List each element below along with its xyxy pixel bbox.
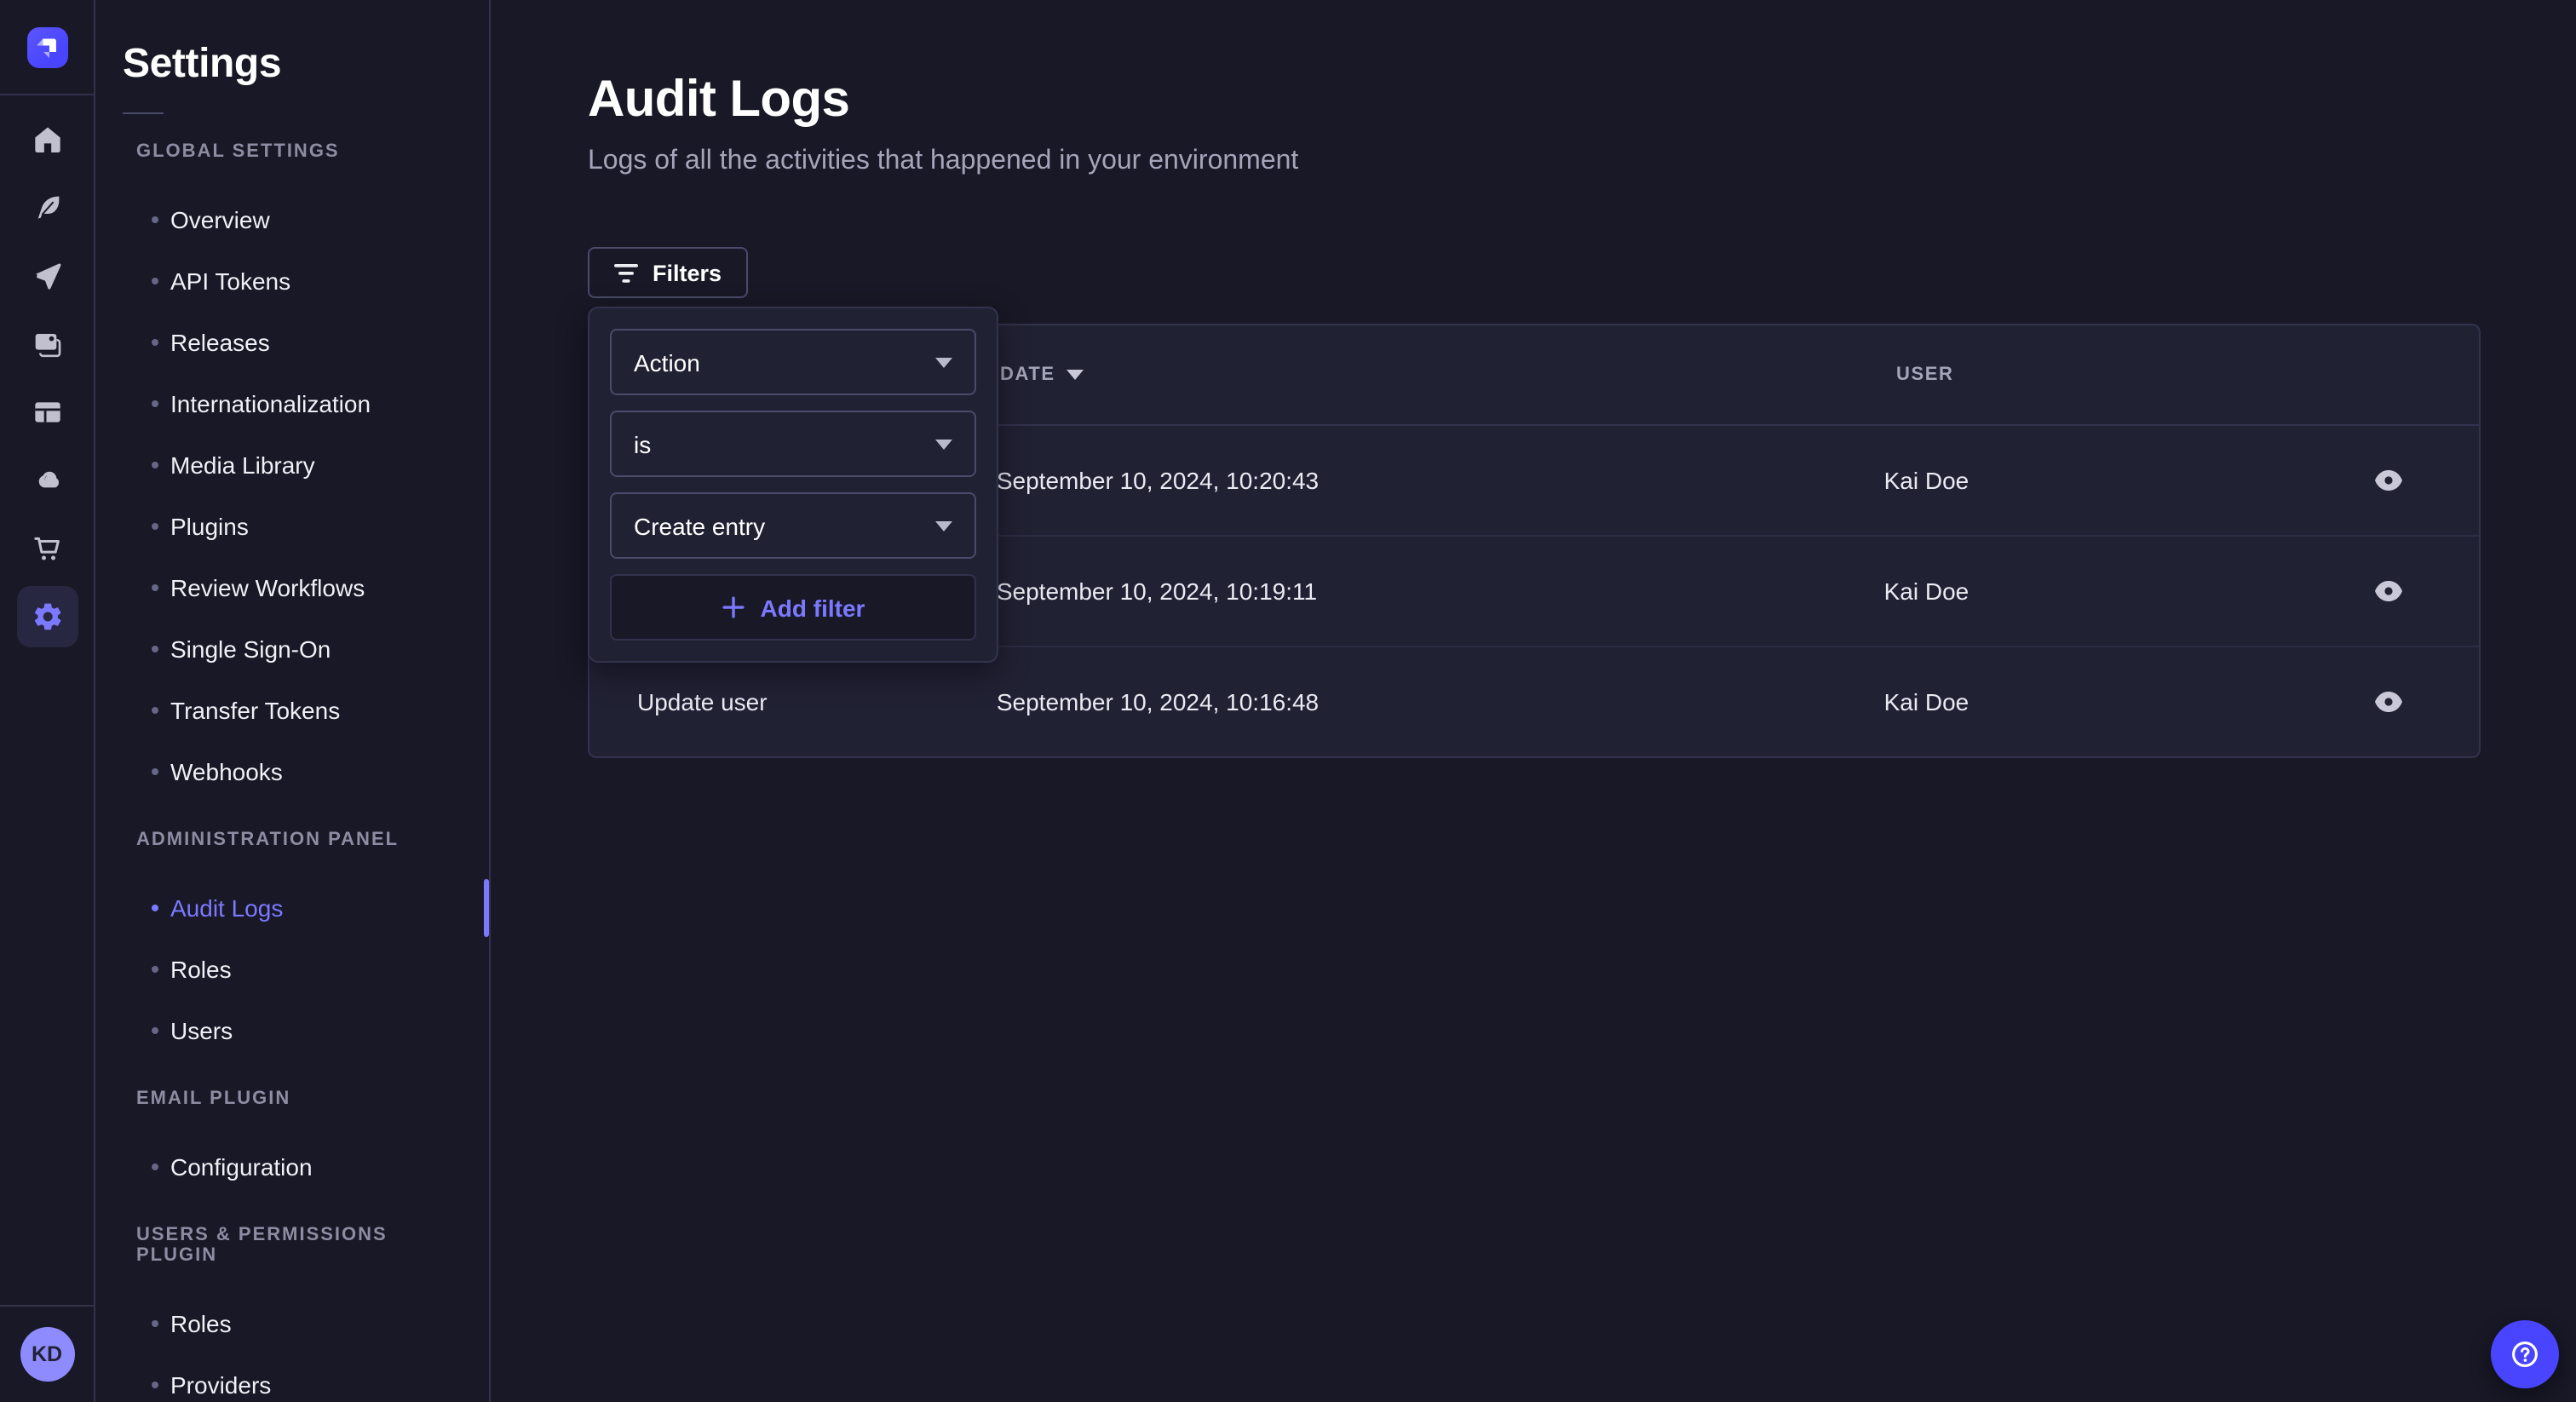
filters-button[interactable]: Filters [588,247,747,298]
user-avatar[interactable]: KD [20,1327,74,1382]
sidebar-item-up-roles[interactable]: Roles [95,1293,489,1354]
cell-date: September 10, 2024, 10:20:43 [997,467,1884,494]
chevron-down-icon [935,439,952,449]
logo-cell [0,0,94,95]
marketplace-cart-icon[interactable] [16,518,78,579]
content-manager-feather-icon[interactable] [16,177,78,238]
app-window: KD Settings GLOBAL SETTINGS Overview API… [0,0,2576,1402]
add-filter-label: Add filter [761,594,865,621]
sidebar-item-review-workflows[interactable]: Review Workflows [95,557,489,618]
sidebar-item-admin-users[interactable]: Users [95,1000,489,1061]
icon-rail: KD [0,0,95,1402]
column-header-user[interactable]: USER [1896,365,2385,385]
cell-action: Update user [589,688,997,715]
strapi-logo-icon [32,32,62,62]
sidebar-item-email-configuration[interactable]: Configuration [95,1136,489,1198]
column-header-date[interactable]: DATE [1000,365,1084,385]
section-list-global-settings: Overview API Tokens Releases Internation… [95,189,489,802]
cell-user: Kai Doe [1884,688,2368,715]
plus-icon [722,595,747,620]
date-header-label: DATE [1000,365,1055,385]
eye-icon [2375,470,2402,491]
main-content: Audit Logs Logs of all the activities th… [491,0,2576,1402]
view-details-button[interactable] [2368,574,2409,608]
section-label-administration-panel: ADMINISTRATION PANEL [136,830,448,850]
settings-gear-icon[interactable] [16,586,78,647]
add-filter-button[interactable]: Add filter [610,574,976,641]
strapi-logo[interactable] [26,26,67,67]
page-title: Audit Logs [588,72,2576,129]
sidebar-divider [123,112,164,114]
sidebar-item-overview[interactable]: Overview [95,189,489,250]
section-label-users-permissions-plugin: USERS & PERMISSIONS PLUGIN [136,1225,448,1266]
filter-operator-select[interactable]: is [610,411,976,477]
sidebar-item-media-library[interactable]: Media Library [95,434,489,496]
view-details-button[interactable] [2368,685,2409,719]
sidebar-item-webhooks[interactable]: Webhooks [95,741,489,802]
cell-user: Kai Doe [1884,577,2368,605]
cloud-icon[interactable] [16,450,78,511]
sidebar-item-up-providers[interactable]: Providers [95,1354,489,1402]
send-plane-icon[interactable] [16,245,78,307]
rail-footer: KD [0,1305,94,1402]
settings-sidebar: Settings GLOBAL SETTINGS Overview API To… [95,0,491,1402]
sidebar-item-audit-logs[interactable]: Audit Logs [95,877,489,939]
media-library-icon[interactable] [16,313,78,375]
cell-date: September 10, 2024, 10:19:11 [997,577,1884,605]
cell-date: September 10, 2024, 10:16:48 [997,688,1884,715]
sidebar-item-transfer-tokens[interactable]: Transfer Tokens [95,680,489,741]
filter-field-select[interactable]: Action [610,329,976,395]
eye-icon [2375,581,2402,601]
sidebar-item-api-tokens[interactable]: API Tokens [95,250,489,312]
section-label-email-plugin: EMAIL PLUGIN [136,1089,448,1109]
chevron-down-icon [935,520,952,531]
sidebar-item-internationalization[interactable]: Internationalization [95,373,489,434]
rail-nav [16,95,78,647]
sort-descending-icon [1067,370,1084,380]
table-row: Update user September 10, 2024, 10:16:48… [589,647,2479,756]
filter-value-select[interactable]: Create entry [610,492,976,559]
filters-button-label: Filters [653,260,722,285]
view-details-button[interactable] [2368,463,2409,497]
eye-icon [2375,692,2402,712]
sidebar-item-single-sign-on[interactable]: Single Sign-On [95,618,489,680]
section-label-global-settings: GLOBAL SETTINGS [136,141,448,162]
layout-panel-icon[interactable] [16,382,78,443]
filter-operator-value: is [634,430,651,457]
section-list-administration-panel: Audit Logs Roles Users [95,877,489,1061]
sidebar-item-admin-roles[interactable]: Roles [95,939,489,1000]
filter-icon [613,261,639,284]
sidebar-title: Settings [123,41,489,89]
sidebar-item-releases[interactable]: Releases [95,312,489,373]
home-icon[interactable] [16,109,78,170]
filter-field-value: Action [634,348,700,376]
section-list-users-permissions-plugin: Roles Providers [95,1293,489,1402]
help-button[interactable] [2491,1320,2559,1388]
filter-popover: Action is Create entry Add filter [588,307,998,663]
section-list-email-plugin: Configuration [95,1136,489,1198]
question-mark-icon [2506,1336,2544,1373]
cell-user: Kai Doe [1884,467,2368,494]
filter-value-value: Create entry [634,512,765,539]
chevron-down-icon [935,357,952,367]
sidebar-item-plugins[interactable]: Plugins [95,496,489,557]
page-subtitle: Logs of all the activities that happened… [588,145,2576,177]
